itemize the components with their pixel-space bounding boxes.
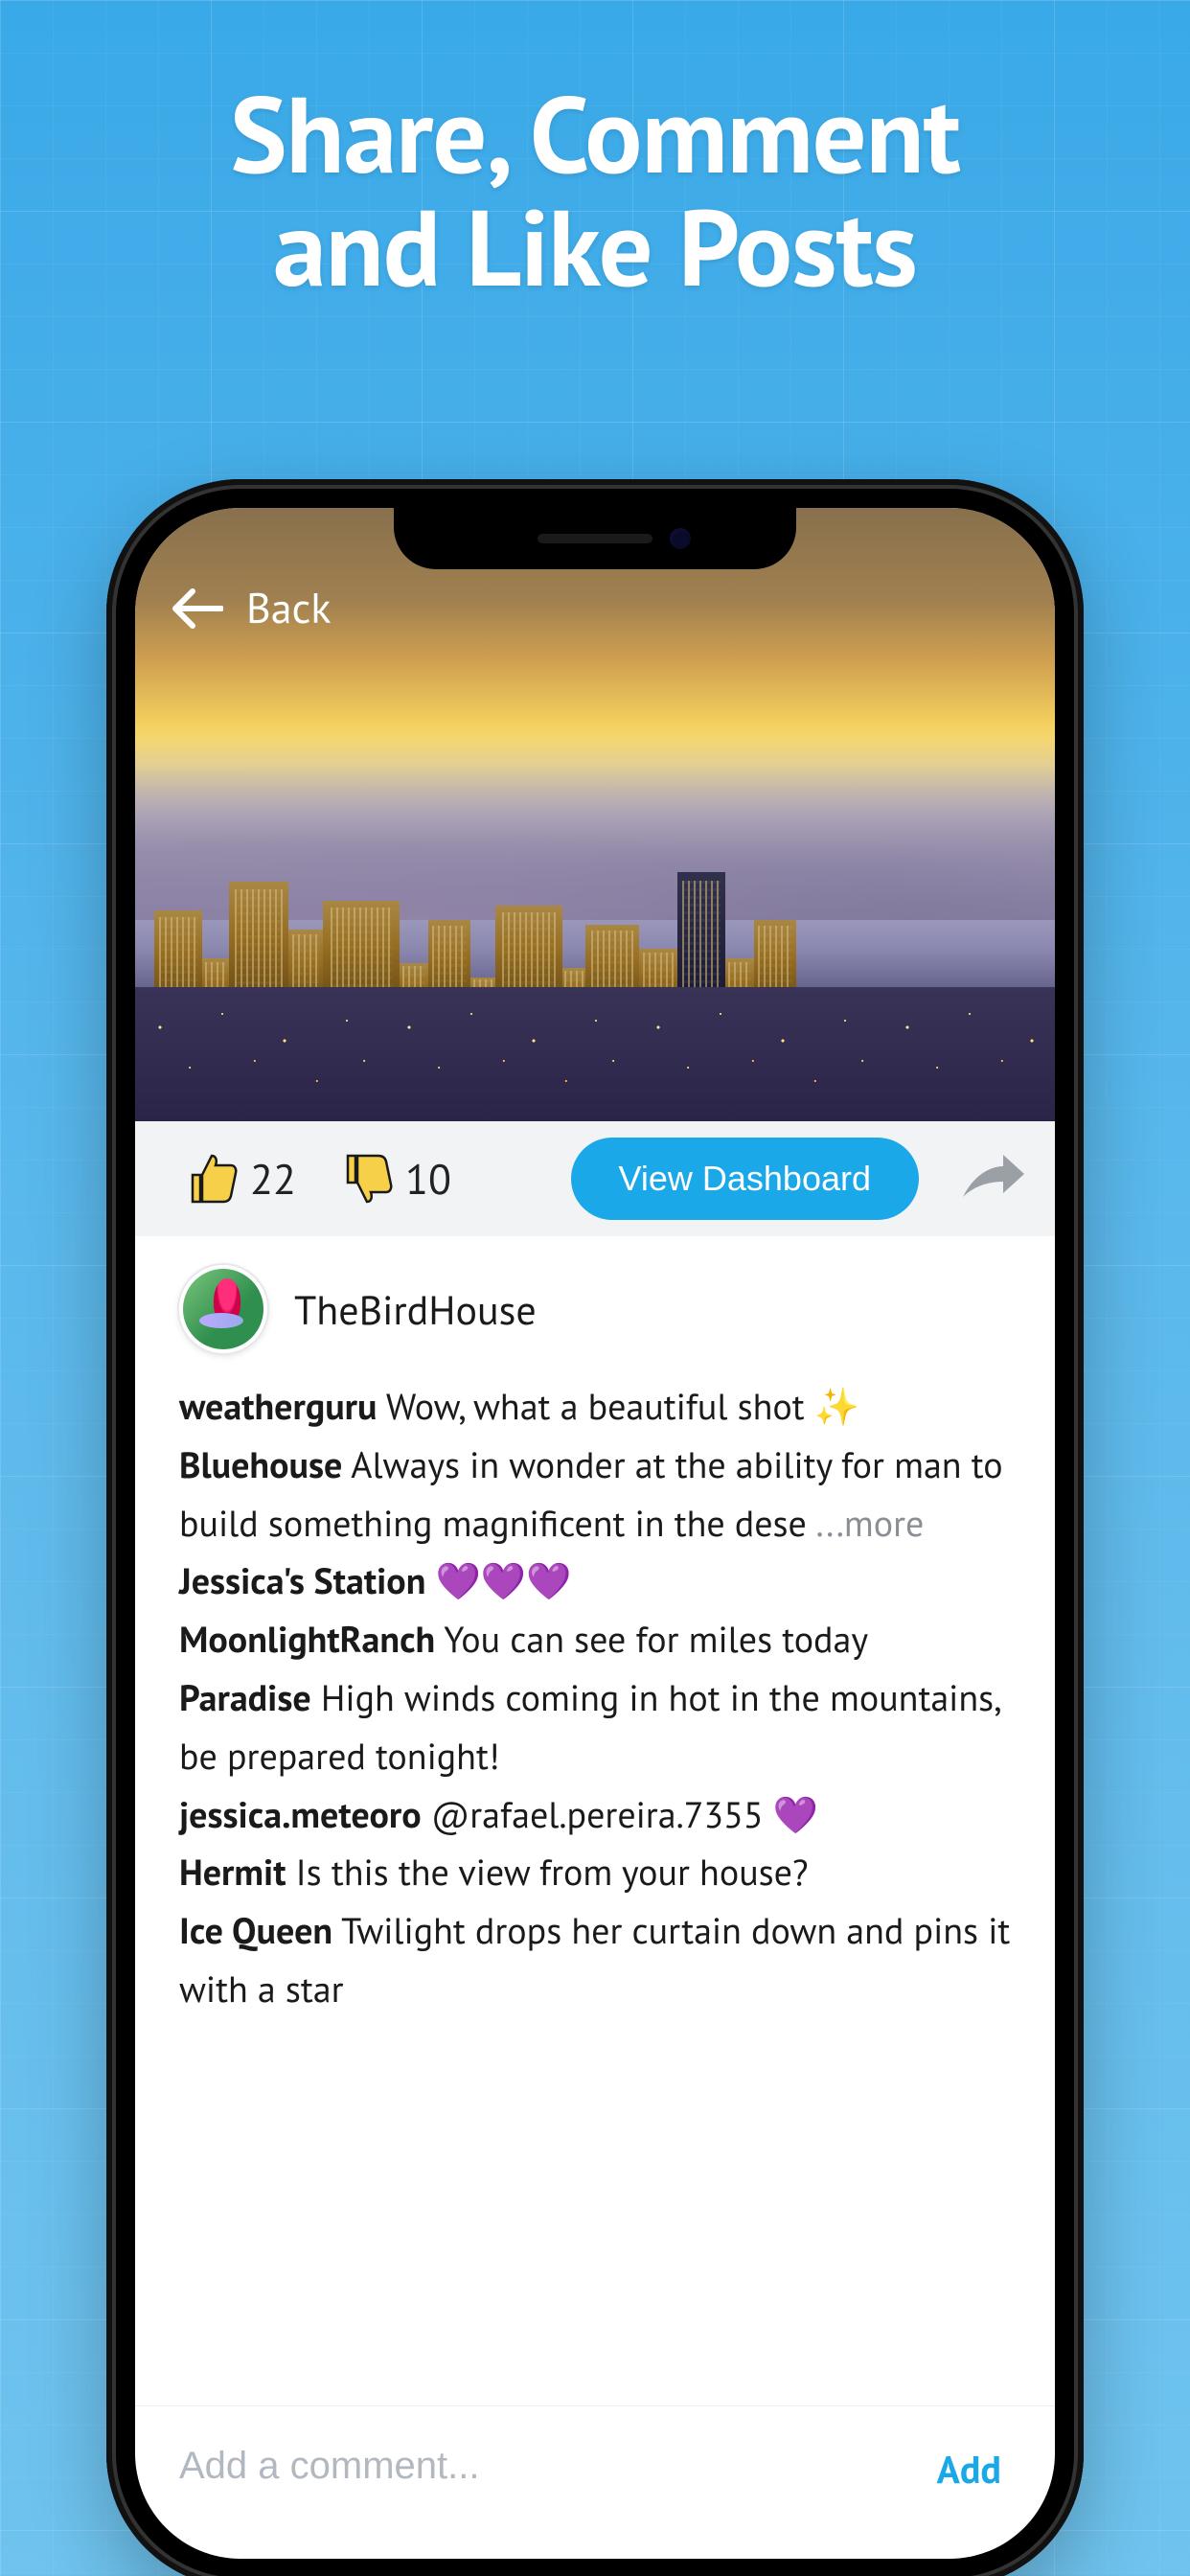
like-count: 22 bbox=[250, 1152, 296, 1207]
promo-headline: Share, Comment and Like Posts bbox=[0, 77, 1190, 302]
comment-username: Jessica's Station bbox=[179, 1557, 425, 1604]
dislike-count: 10 bbox=[405, 1152, 451, 1207]
like-button[interactable]: 22 bbox=[179, 1148, 296, 1209]
phone-screen: Back bbox=[135, 508, 1055, 2559]
comment-username: Ice Queen bbox=[179, 1907, 332, 1954]
hero-citylights bbox=[135, 987, 1055, 1121]
comment-item: weatherguru Wow, what a beautiful shot ✨ bbox=[179, 1378, 1011, 1437]
comment-item: MoonlightRanch You can see for miles tod… bbox=[179, 1611, 1011, 1669]
add-comment-button[interactable]: Add bbox=[937, 2445, 1001, 2495]
comment-text: @rafael.pereira.7355 💜 bbox=[431, 1791, 818, 1838]
author-row[interactable]: TheBirdHouse bbox=[135, 1236, 1055, 1378]
dislike-button[interactable]: 10 bbox=[334, 1148, 451, 1209]
comment-item: Hermit Is this the view from your house? bbox=[179, 1844, 1011, 1902]
comment-input[interactable] bbox=[179, 2445, 918, 2488]
comment-text: Wow, what a beautiful shot ✨ bbox=[386, 1383, 859, 1430]
comment-username: Hermit bbox=[179, 1849, 286, 1896]
comment-username: jessica.meteoro bbox=[179, 1791, 422, 1838]
reaction-bar: 22 10 View Dashboard bbox=[135, 1121, 1055, 1236]
comment-item: Ice Queen Twilight drops her curtain dow… bbox=[179, 1902, 1011, 2019]
comment-text: You can see for miles today bbox=[444, 1616, 868, 1663]
comment-input-bar: Add bbox=[135, 2405, 1055, 2559]
comment-username: Paradise bbox=[179, 1674, 311, 1721]
comment-item: Bluehouse Always in wonder at the abilit… bbox=[179, 1437, 1011, 1553]
phone-notch bbox=[394, 508, 796, 569]
back-arrow-icon bbox=[170, 587, 223, 630]
comment-username: MoonlightRanch bbox=[179, 1616, 435, 1663]
share-icon[interactable] bbox=[957, 1153, 1026, 1205]
comment-item: Jessica's Station 💜💜💜 bbox=[179, 1552, 1011, 1611]
comment-text: 💜💜💜 bbox=[436, 1557, 572, 1604]
comment-text: Is this the view from your house? bbox=[296, 1849, 809, 1896]
promo-headline-line1: Share, Comment bbox=[0, 77, 1190, 190]
comment-more-link[interactable]: ...more bbox=[816, 1500, 925, 1547]
author-avatar bbox=[179, 1265, 267, 1353]
post-hero-image: Back bbox=[135, 508, 1055, 1121]
thumbs-down-icon bbox=[334, 1148, 396, 1209]
phone-frame: Back bbox=[106, 479, 1084, 2576]
author-name: TheBirdHouse bbox=[294, 1283, 537, 1336]
back-label: Back bbox=[246, 581, 331, 635]
comments-list[interactable]: weatherguru Wow, what a beautiful shot ✨… bbox=[135, 1378, 1055, 2405]
promo-headline-line2: and Like Posts bbox=[0, 190, 1190, 303]
comment-item: Paradise High winds coming in hot in the… bbox=[179, 1669, 1011, 1786]
comment-item: jessica.meteoro @rafael.pereira.7355 💜 bbox=[179, 1786, 1011, 1845]
view-dashboard-button[interactable]: View Dashboard bbox=[571, 1138, 920, 1220]
comment-username: weatherguru bbox=[179, 1383, 377, 1430]
comment-username: Bluehouse bbox=[179, 1441, 342, 1488]
thumbs-up-icon bbox=[179, 1148, 240, 1209]
